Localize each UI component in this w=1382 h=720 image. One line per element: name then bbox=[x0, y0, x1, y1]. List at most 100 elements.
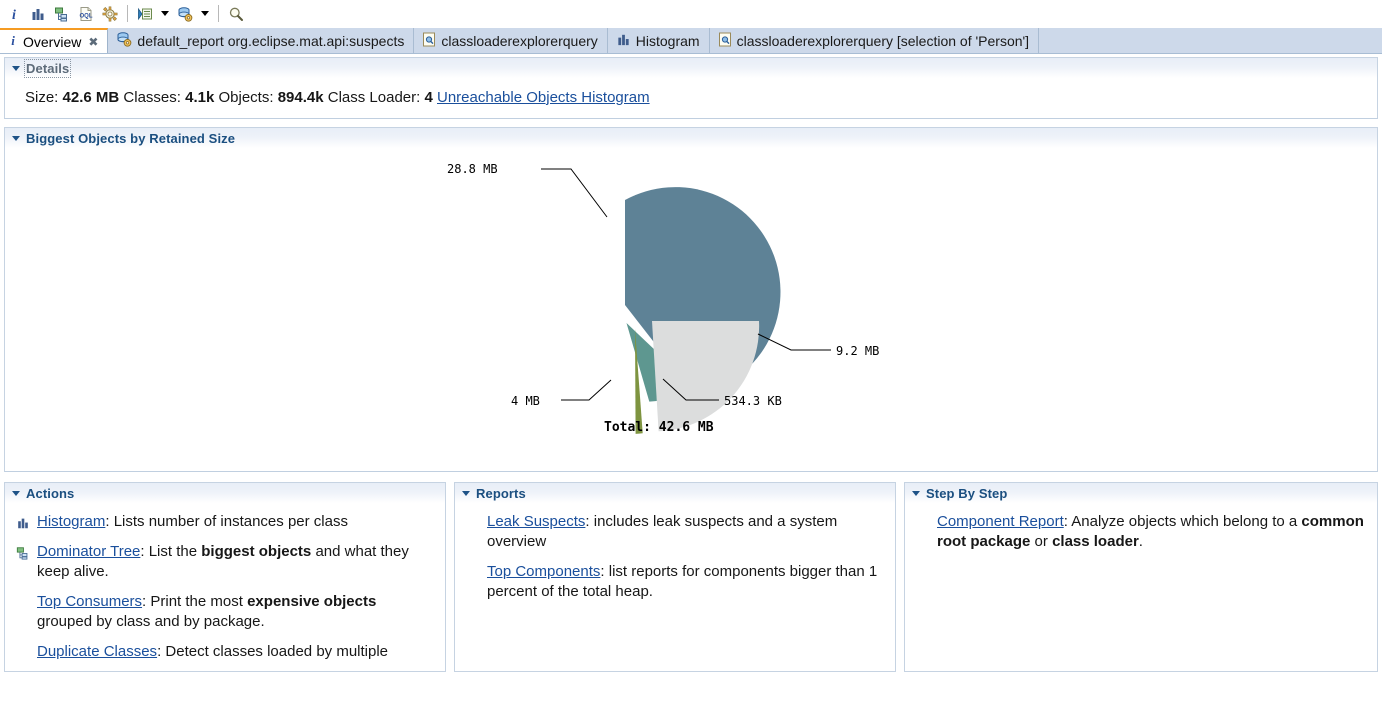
biggest-objects-section-header[interactable]: Biggest Objects by Retained Size bbox=[5, 128, 1377, 149]
report-text: Leak Suspects: includes leak suspects an… bbox=[487, 512, 883, 552]
tab-histogram[interactable]: Histogram bbox=[607, 28, 710, 53]
biggest-objects-section: Biggest Objects by Retained Size 28.8 MB bbox=[4, 127, 1378, 472]
query-icon bbox=[718, 32, 732, 50]
objects-label: Objects: bbox=[218, 89, 274, 106]
svg-text:i: i bbox=[12, 8, 16, 22]
tab-label: default_report org.eclipse.mat.api:suspe… bbox=[137, 32, 405, 49]
top-consumers-desc-2: grouped by class and by package. bbox=[37, 612, 265, 630]
dominator-tree-link[interactable]: Dominator Tree bbox=[37, 543, 140, 560]
details-section-header[interactable]: Details bbox=[5, 58, 1377, 79]
info-icon: i bbox=[8, 33, 18, 50]
duplicate-classes-link[interactable]: Duplicate Classes bbox=[37, 643, 157, 660]
component-report-link[interactable]: Component Report bbox=[937, 513, 1064, 530]
duplicate-classes-desc: : Detect classes loaded by multiple bbox=[157, 642, 389, 660]
chevron-down-icon[interactable] bbox=[912, 490, 920, 496]
retained-size-pie-chart[interactable]: 28.8 MB 9.2 MB 534.3 KB 4 MB Total: 42.6… bbox=[411, 149, 971, 449]
chevron-down-icon bbox=[161, 11, 169, 16]
tab-overview[interactable]: i Overview ✖ bbox=[0, 28, 109, 53]
step-item-component-report: Component Report: Analyze objects which … bbox=[915, 512, 1365, 552]
pie-label-1: 9.2 MB bbox=[836, 344, 879, 358]
report-item-leak-suspects: Leak Suspects: includes leak suspects an… bbox=[465, 512, 883, 552]
histogram-link[interactable]: Histogram bbox=[37, 513, 105, 530]
component-report-bold-2: class loader bbox=[1052, 532, 1139, 550]
top-consumers-link[interactable]: Top Consumers bbox=[37, 593, 142, 610]
action-item-duplicate-classes: Duplicate Classes: Detect classes loaded… bbox=[15, 642, 433, 662]
pie-slice-1 bbox=[652, 321, 760, 432]
reports-panel: Reports Leak Suspects: includes leak sus… bbox=[454, 482, 896, 672]
tab-classloaderexplorerquery-selection[interactable]: classloaderexplorerquery [selection of '… bbox=[709, 28, 1040, 53]
tab-bar-filler bbox=[1039, 28, 1382, 53]
chevron-down-icon[interactable] bbox=[12, 490, 20, 496]
query-browser-icon[interactable] bbox=[173, 2, 197, 26]
histogram-icon bbox=[616, 32, 631, 50]
toolbar-separator-2 bbox=[218, 5, 219, 22]
chevron-down-icon[interactable] bbox=[462, 490, 470, 496]
pie-total-label: Total: 42.6 MB bbox=[604, 420, 714, 435]
unreachable-objects-histogram-link[interactable]: Unreachable Objects Histogram bbox=[437, 89, 650, 106]
reports-section-title: Reports bbox=[476, 485, 526, 501]
classloader-value: 4 bbox=[424, 89, 433, 106]
top-components-link[interactable]: Top Components bbox=[487, 563, 600, 580]
dominator-bold: biggest objects bbox=[201, 543, 312, 560]
tab-label: Overview bbox=[23, 33, 82, 50]
query-icon bbox=[422, 32, 436, 50]
svg-text:i: i bbox=[11, 33, 15, 47]
bottom-panels: Actions Histogram: Lists number of insta… bbox=[4, 482, 1378, 672]
dominator-tree-icon bbox=[15, 544, 31, 562]
step-by-step-body: Component Report: Analyze objects which … bbox=[905, 504, 1377, 552]
calculate-retained-size-icon[interactable] bbox=[98, 2, 122, 26]
leak-suspects-link[interactable]: Leak Suspects bbox=[487, 513, 585, 530]
editor-tab-bar: i Overview ✖ default_report org.eclipse.… bbox=[0, 28, 1382, 54]
overview-info-icon[interactable]: i bbox=[2, 2, 26, 26]
details-section: Details Size: 42.6 MB Classes: 4.1k Obje… bbox=[4, 57, 1378, 119]
step-by-step-section-title: Step By Step bbox=[926, 485, 1008, 501]
step-by-step-section-header[interactable]: Step By Step bbox=[905, 483, 1377, 504]
component-report-desc-1: : Analyze objects which belong to a bbox=[1063, 513, 1302, 530]
report-item-top-components: Top Components: list reports for compone… bbox=[465, 562, 883, 602]
component-report-desc-3: . bbox=[1138, 532, 1143, 550]
tab-label: classloaderexplorerquery [selection of '… bbox=[736, 32, 1030, 49]
tab-classloaderexplorerquery[interactable]: classloaderexplorerquery bbox=[414, 28, 608, 53]
histogram-icon[interactable] bbox=[26, 2, 50, 26]
size-value: 42.6 MB bbox=[62, 89, 120, 106]
dominator-tree-icon[interactable] bbox=[50, 2, 74, 26]
step-text: Component Report: Analyze objects which … bbox=[937, 512, 1365, 552]
chevron-down-icon[interactable] bbox=[12, 135, 20, 141]
action-item-histogram: Histogram: Lists number of instances per… bbox=[15, 512, 433, 532]
search-icon[interactable] bbox=[224, 2, 248, 26]
pie-label-0: 28.8 MB bbox=[447, 162, 498, 176]
histogram-desc: : Lists number of instances per class bbox=[105, 513, 348, 530]
action-text: Dominator Tree: List the biggest objects… bbox=[37, 542, 433, 582]
chevron-down-icon[interactable] bbox=[12, 65, 20, 71]
actions-section-title: Actions bbox=[26, 485, 75, 501]
biggest-objects-section-title: Biggest Objects by Retained Size bbox=[26, 130, 236, 146]
top-consumers-bold: expensive objects bbox=[247, 592, 377, 610]
action-text: Duplicate Classes: Detect classes loaded… bbox=[37, 642, 433, 662]
report-text: Top Components: list reports for compone… bbox=[487, 562, 883, 602]
size-label: Size: bbox=[25, 89, 59, 106]
step-by-step-panel: Step By Step Component Report: Analyze o… bbox=[904, 482, 1378, 672]
run-expert-system-dropdown-arrow[interactable] bbox=[157, 2, 173, 26]
action-item-top-consumers: Top Consumers: Print the most expensive … bbox=[15, 592, 433, 632]
reports-section-header[interactable]: Reports bbox=[455, 483, 895, 504]
actions-section-header[interactable]: Actions bbox=[5, 483, 445, 504]
action-text: Top Consumers: Print the most expensive … bbox=[37, 592, 433, 632]
dominator-desc-1: : List the bbox=[140, 543, 202, 560]
reports-body: Leak Suspects: includes leak suspects an… bbox=[455, 504, 895, 602]
details-section-title: Details bbox=[23, 58, 72, 78]
histogram-icon bbox=[15, 514, 31, 532]
actions-body: Histogram: Lists number of instances per… bbox=[5, 504, 445, 662]
classloader-label: Class Loader: bbox=[327, 89, 421, 106]
component-report-desc-2: or bbox=[1030, 532, 1053, 550]
query-browser-dropdown-arrow[interactable] bbox=[197, 2, 213, 26]
main-toolbar: i OQL bbox=[0, 0, 1382, 28]
action-text: Histogram: Lists number of instances per… bbox=[37, 512, 433, 532]
classes-label: Classes: bbox=[123, 89, 181, 106]
action-item-dominator-tree: Dominator Tree: List the biggest objects… bbox=[15, 542, 433, 582]
details-body: Size: 42.6 MB Classes: 4.1k Objects: 894… bbox=[5, 79, 1377, 118]
tab-default-report[interactable]: default_report org.eclipse.mat.api:suspe… bbox=[108, 28, 415, 53]
oql-icon[interactable]: OQL bbox=[74, 2, 98, 26]
classes-value: 4.1k bbox=[185, 89, 215, 106]
run-expert-system-test-icon[interactable] bbox=[133, 2, 157, 26]
close-icon[interactable]: ✖ bbox=[88, 35, 98, 49]
